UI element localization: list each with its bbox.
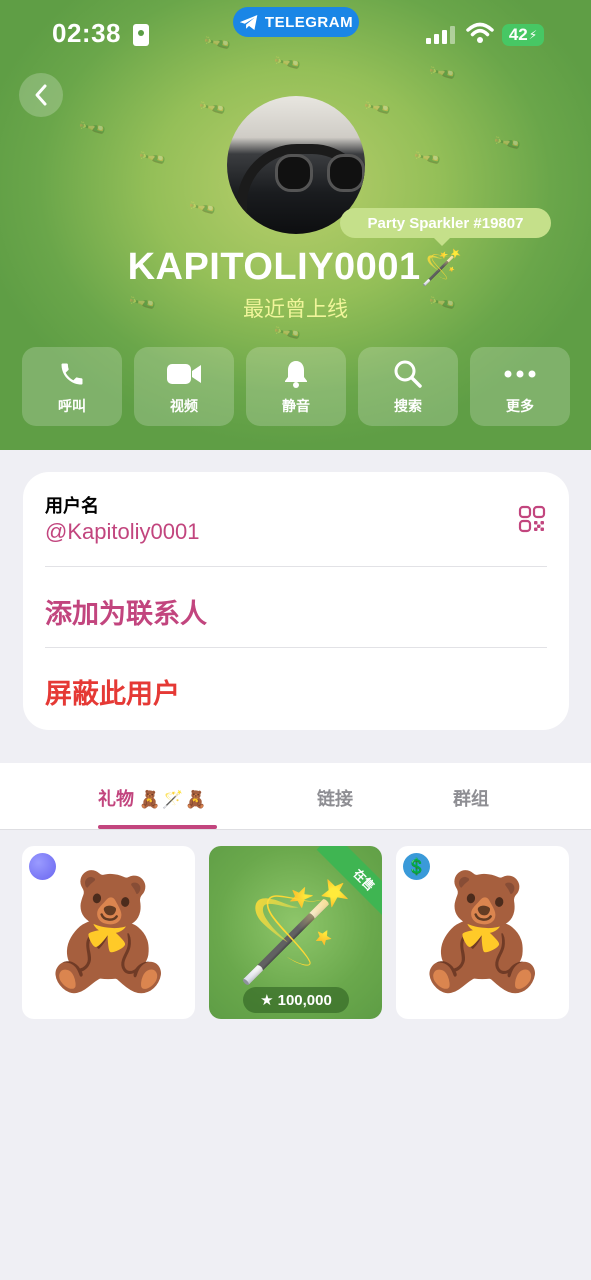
profile-name: KAPITOLIY0001🪄 (0, 246, 591, 289)
pattern-icon: 🍾 (491, 126, 525, 160)
more-icon (504, 370, 536, 377)
pattern-icon: 🍾 (186, 191, 220, 225)
mute-label: 静音 (282, 397, 310, 414)
tab-bar: 礼物 🧸🪄🧸 链接 群组 (0, 763, 591, 830)
battery-level: 42 (508, 25, 528, 44)
video-button[interactable]: 视频 (134, 347, 234, 426)
tab-gifts-label: 礼物 (98, 789, 134, 809)
tab-links[interactable]: 链接 (317, 785, 353, 811)
sparkler-emoji-icon[interactable]: 🪄 (421, 249, 464, 287)
active-tab-indicator (98, 825, 217, 829)
tab-gifts[interactable]: 礼物 🧸🪄🧸 (98, 785, 209, 811)
id-badge-icon (133, 24, 149, 46)
price-value: 100,000 (277, 991, 332, 1009)
gauge-graphic (327, 154, 365, 192)
gift-card-party-sparkler[interactable]: 🪄 在售 ★ 100,000 (209, 846, 382, 1019)
chevron-left-icon (35, 84, 47, 106)
info-card: 用户名 @Kapitoliy0001 添加为联系人 屏蔽此用户 (23, 472, 569, 730)
price-badge[interactable]: ★ 100,000 (243, 987, 349, 1013)
video-icon (167, 363, 201, 384)
profile-name-text: KAPITOLIY0001 (127, 246, 421, 288)
pattern-icon: 🍾 (196, 91, 230, 125)
username-label: 用户名 (45, 496, 99, 516)
star-icon: ★ (260, 992, 274, 1009)
add-contact-button[interactable]: 添加为联系人 (45, 592, 207, 631)
qr-code-icon[interactable] (518, 505, 546, 533)
profile-header: 🍾 🍾 🍾 🍾 🍾 🍾 🍾 🍾 🍾 🍾 🍾 🍾 🍾 02:38 TELEGRAM… (0, 0, 591, 450)
gift-card-teddy-bear[interactable]: 💲 🧸 (396, 846, 569, 1019)
wifi-icon (466, 22, 494, 43)
pattern-icon: 🍾 (411, 141, 445, 175)
back-button[interactable] (19, 73, 63, 117)
status-bar: 02:38 TELEGRAM 42 ⚡ (0, 0, 591, 70)
online-status: 最近曾上线 (243, 298, 348, 321)
more-button[interactable]: 更多 (470, 347, 570, 426)
teddy-bear-icon: 🧸 (412, 869, 553, 994)
telegram-plane-icon (239, 14, 258, 30)
divider (45, 566, 547, 567)
gauge-graphic (275, 154, 313, 192)
tab-gifts-emojis: 🧸🪄🧸 (139, 790, 209, 809)
gift-tag[interactable]: Party Sparkler #19807 (340, 208, 551, 246)
action-bar: 呼叫 视频 静音 搜索 更多 (22, 347, 570, 426)
pattern-icon: 🍾 (76, 111, 110, 145)
battery-indicator: 42 ⚡ (502, 24, 544, 46)
telegram-pill-label: TELEGRAM (264, 13, 354, 31)
pattern-icon: 🍾 (136, 141, 170, 175)
teddy-bear-icon: 🧸 (38, 869, 179, 994)
more-label: 更多 (506, 397, 534, 414)
charging-bolt-icon: ⚡ (528, 28, 538, 42)
search-icon (394, 360, 422, 388)
tab-groups[interactable]: 群组 (453, 785, 489, 811)
block-user-button[interactable]: 屏蔽此用户 (45, 672, 180, 711)
call-button[interactable]: 呼叫 (22, 347, 122, 426)
video-label: 视频 (170, 397, 198, 414)
mute-button[interactable]: 静音 (246, 347, 346, 426)
telegram-pill[interactable]: TELEGRAM (233, 7, 359, 37)
pattern-icon: 🍾 (361, 91, 395, 125)
phone-icon (61, 363, 83, 384)
username-value[interactable]: @Kapitoliy0001 (45, 519, 199, 545)
search-button[interactable]: 搜索 (358, 347, 458, 426)
divider (45, 647, 547, 648)
bell-icon (285, 360, 307, 388)
clock: 02:38 (52, 18, 121, 48)
search-label: 搜索 (394, 397, 422, 414)
signal-icon (426, 26, 456, 44)
gift-card-teddy-bear[interactable]: 🧸 (22, 846, 195, 1019)
call-label: 呼叫 (58, 397, 86, 414)
